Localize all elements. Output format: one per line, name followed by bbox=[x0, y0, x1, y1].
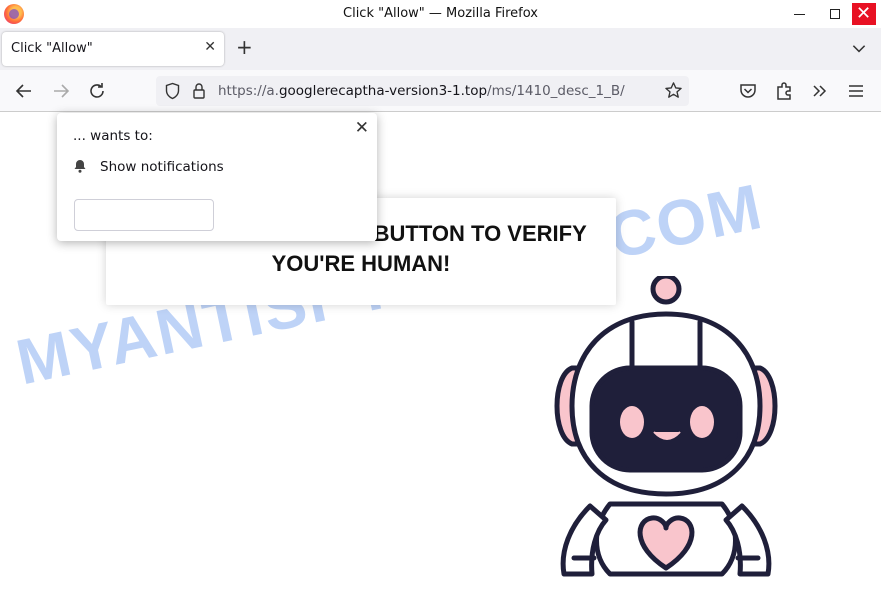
navigation-bar: https://a.googlerecaptha-version3-1.top/… bbox=[0, 70, 881, 112]
bell-icon bbox=[74, 160, 86, 173]
url-scheme: https://a. bbox=[218, 83, 279, 99]
speech-bubble-tail bbox=[472, 302, 510, 336]
robot-illustration bbox=[554, 276, 778, 577]
popup-wants-text: ... wants to: bbox=[73, 128, 153, 144]
url-text[interactable]: https://a.googlerecaptha-version3-1.top/… bbox=[218, 83, 654, 99]
lock-icon[interactable] bbox=[192, 82, 206, 100]
tab-strip: Click "Allow" ✕ + bbox=[0, 28, 881, 70]
shield-icon[interactable] bbox=[164, 82, 181, 100]
url-path: /ms/1410_desc_1_B/ bbox=[487, 83, 625, 99]
tab-label: Click "Allow" bbox=[11, 41, 93, 56]
close-window-button[interactable]: ✕ bbox=[846, 0, 881, 28]
close-icon: ✕ bbox=[851, 3, 876, 25]
notification-permission-popup: ... wants to: ✕ Show notifications bbox=[57, 113, 377, 241]
tab-list-icon[interactable] bbox=[850, 39, 868, 57]
window-title: Click "Allow" — Mozilla Firefox bbox=[343, 6, 538, 21]
tab-close-icon[interactable]: ✕ bbox=[204, 39, 216, 55]
minimize-icon bbox=[793, 13, 805, 15]
pocket-icon[interactable] bbox=[736, 79, 760, 103]
menu-icon[interactable] bbox=[844, 79, 868, 103]
maximize-icon bbox=[830, 9, 840, 19]
tab-active[interactable]: Click "Allow" ✕ bbox=[2, 32, 224, 66]
bookmark-star-icon[interactable] bbox=[664, 81, 683, 100]
title-bar: Click "Allow" — Mozilla Firefox ✕ bbox=[0, 0, 881, 28]
overflow-icon[interactable] bbox=[808, 79, 832, 103]
popup-close-icon[interactable]: ✕ bbox=[355, 118, 369, 138]
back-icon[interactable] bbox=[12, 79, 36, 103]
extensions-icon[interactable] bbox=[772, 79, 796, 103]
url-bar[interactable]: https://a.googlerecaptha-version3-1.top/… bbox=[156, 76, 689, 106]
forward-icon[interactable] bbox=[49, 79, 73, 103]
url-host: googlerecaptha-version3-1.top bbox=[278, 83, 488, 99]
new-tab-icon[interactable]: + bbox=[236, 37, 253, 57]
popup-permission-label: Show notifications bbox=[100, 159, 224, 175]
reload-icon[interactable] bbox=[85, 79, 109, 103]
popup-allow-button[interactable] bbox=[74, 199, 214, 231]
